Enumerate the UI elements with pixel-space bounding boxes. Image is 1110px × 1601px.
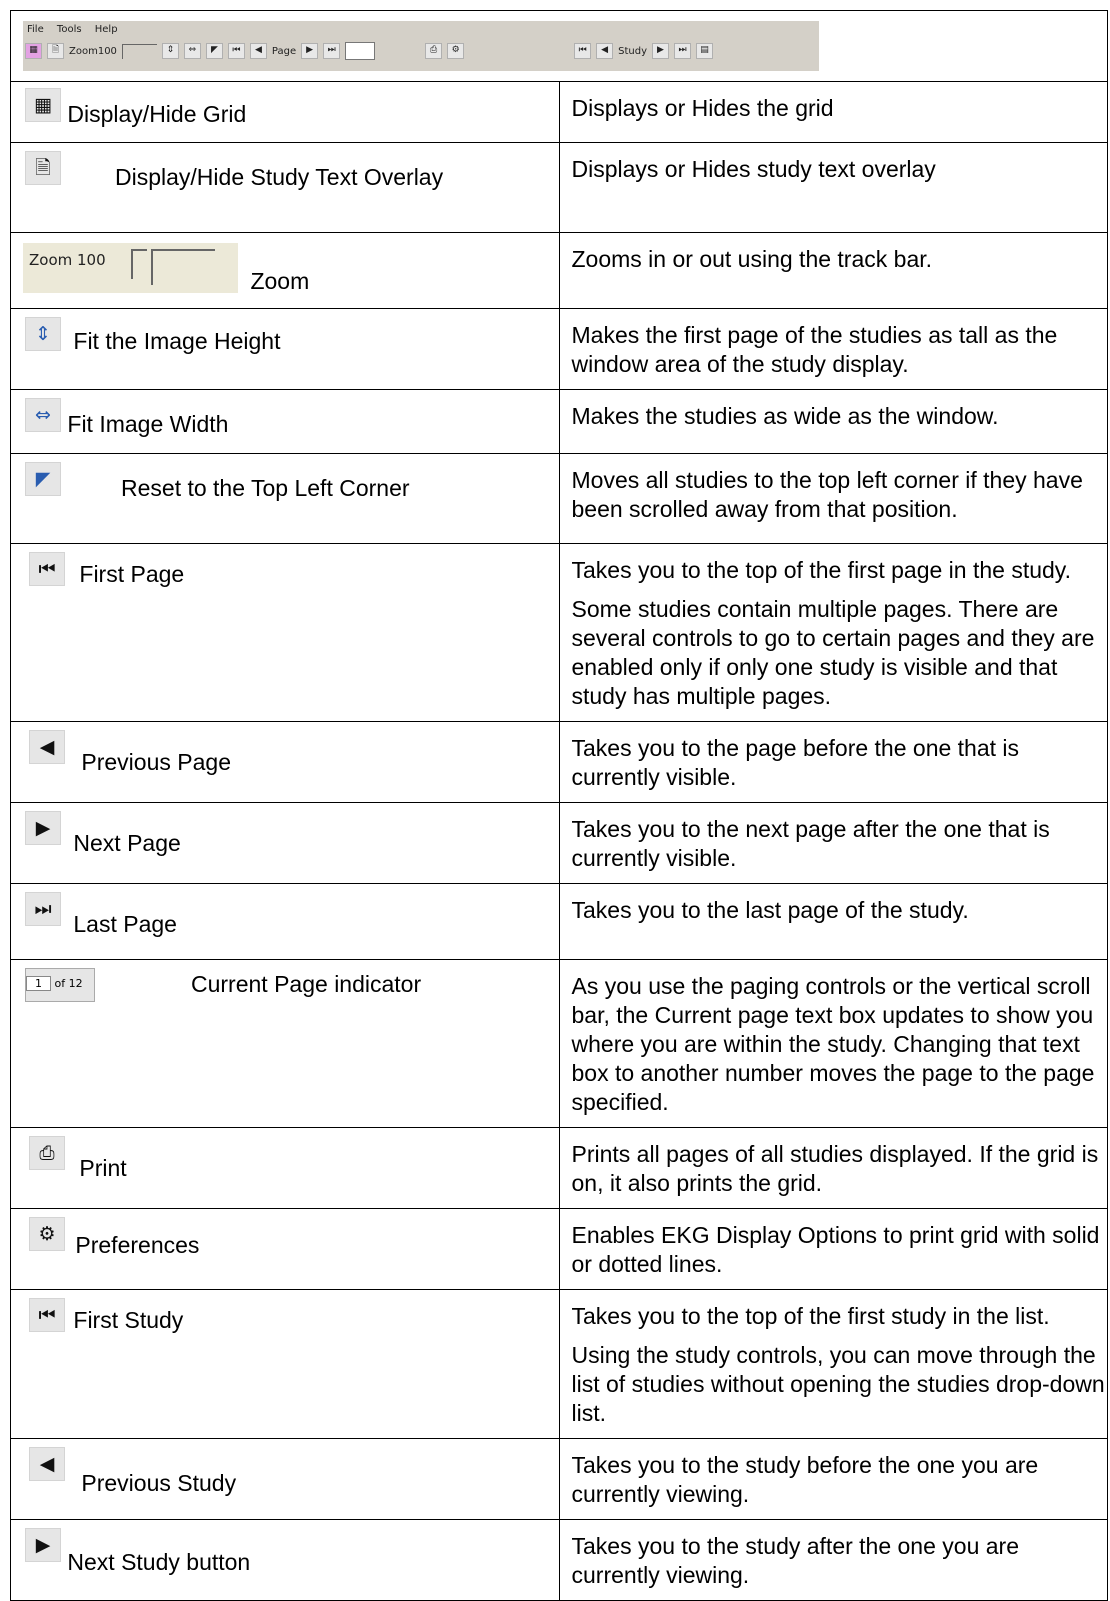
page-total: of 12 <box>54 977 83 990</box>
fit-width-icon[interactable]: ⇔ <box>183 43 201 59</box>
table-row: ⚙ Preferences Enables EKG Display Option… <box>10 1208 1108 1290</box>
row-label: Print <box>79 1155 127 1181</box>
row-label: Display/Hide Study Text Overlay <box>115 164 444 190</box>
row-label: Display/Hide Grid <box>67 101 247 127</box>
last-study-icon[interactable]: ⏭ <box>674 43 692 59</box>
previous-study-icon: ◀ <box>29 1447 65 1481</box>
row-description: Makes the studies as wide as the window. <box>571 403 999 429</box>
row-label: Next Page <box>73 830 181 856</box>
row-description: Some studies contain multiple pages. The… <box>571 596 1095 709</box>
row-label: Previous Page <box>81 749 231 775</box>
page-input[interactable] <box>345 42 376 60</box>
row-description: Displays or Hides the grid <box>571 95 834 121</box>
grid-icon[interactable]: ▦ <box>25 43 42 59</box>
toolbar-screenshot-row: File Tools Help ▦ 🗎 Zoom100 ⇕ ⇔ ◤ ⏮ ◀ Pa… <box>10 10 1108 82</box>
row-label: Fit the Image Height <box>73 328 281 354</box>
print-icon: ⎙ <box>29 1136 65 1170</box>
zoom-trackbar: Zoom 100 <box>23 243 238 293</box>
menu-help[interactable]: Help <box>95 24 118 35</box>
toolbar-screenshot: File Tools Help ▦ 🗎 Zoom100 ⇕ ⇔ ◤ ⏮ ◀ Pa… <box>23 21 819 71</box>
row-description: Makes the first page of the studies as t… <box>571 322 1058 377</box>
row-label: First Study <box>73 1307 184 1333</box>
reset-top-left-icon: ◤ <box>25 462 61 496</box>
row-description: Enables EKG Display Options to print gri… <box>571 1222 1100 1277</box>
page-indicator: 1 of 12 <box>25 968 95 1002</box>
grid-icon: ▦ <box>25 88 61 122</box>
page-current: 1 <box>26 976 51 991</box>
table-row: 🗎 Display/Hide Study Text Overlay Displa… <box>10 142 1108 233</box>
row-label: First Page <box>79 561 185 587</box>
zoom-trackbar[interactable] <box>121 43 157 59</box>
menu-tools[interactable]: Tools <box>57 24 82 35</box>
text-overlay-icon: 🗎 <box>25 151 61 185</box>
table-row: ⏮ First Page Takes you to the top of the… <box>10 543 1108 722</box>
table-row: ⎙ Print Prints all pages of all studies … <box>10 1127 1108 1209</box>
preferences-icon: ⚙ <box>29 1217 65 1251</box>
table-row: ◀ Previous Page Takes you to the page be… <box>10 721 1108 803</box>
table-row: ▶ Next Page Takes you to the next page a… <box>10 802 1108 884</box>
text-overlay-icon[interactable]: 🗎 <box>47 43 64 59</box>
row-label: Zoom <box>250 268 310 294</box>
last-page-icon: ⏭ <box>25 892 61 926</box>
next-page-icon[interactable]: ▶ <box>301 43 319 59</box>
preferences-icon[interactable]: ⚙ <box>447 43 465 59</box>
fit-height-icon: ⇕ <box>25 317 61 351</box>
first-page-icon: ⏮ <box>29 552 65 586</box>
row-label: Preferences <box>75 1232 200 1258</box>
row-description: As you use the paging controls or the ve… <box>571 973 1095 1115</box>
row-description: Zooms in or out using the track bar. <box>571 246 933 272</box>
row-label: Previous Study <box>81 1470 237 1496</box>
page-label: Page <box>271 45 297 57</box>
table-row: Zoom 100 Zoom Zooms in or out using the … <box>10 232 1108 309</box>
next-study-icon[interactable]: ▶ <box>652 43 670 59</box>
previous-page-icon[interactable]: ◀ <box>249 43 267 59</box>
previous-page-icon: ◀ <box>29 730 65 764</box>
first-study-icon[interactable]: ⏮ <box>574 43 592 59</box>
zoom-text: Zoom 100 <box>29 251 106 269</box>
fit-width-icon: ⇔ <box>25 398 61 432</box>
row-description: Takes you to the next page after the one… <box>571 816 1050 871</box>
table-row: ⏮ First Study Takes you to the top of th… <box>10 1289 1108 1439</box>
table-row: ▶ Next Study button Takes you to the stu… <box>10 1519 1108 1601</box>
last-page-icon[interactable]: ⏭ <box>323 43 341 59</box>
table-row: ⏭ Last Page Takes you to the last page o… <box>10 883 1108 960</box>
toolbar-reference-table: File Tools Help ▦ 🗎 Zoom100 ⇕ ⇔ ◤ ⏮ ◀ Pa… <box>10 10 1108 1601</box>
table-row: ⇕ Fit the Image Height Makes the first p… <box>10 308 1108 390</box>
row-description: Takes you to the page before the one tha… <box>571 735 1020 790</box>
menu-bar: File Tools Help <box>27 24 128 35</box>
table-row: 1 of 12 Current Page indicator As you us… <box>10 959 1108 1128</box>
row-description: Prints all pages of all studies displaye… <box>571 1141 1099 1196</box>
row-label: Reset to the Top Left Corner <box>121 475 410 501</box>
row-label: Last Page <box>73 911 177 937</box>
reset-top-left-icon[interactable]: ◤ <box>205 43 223 59</box>
row-description: Takes you to the study after the one you… <box>571 1533 1020 1588</box>
zoom-label: Zoom100 <box>69 45 117 57</box>
table-row: ▦ Display/Hide Grid Displays or Hides th… <box>10 81 1108 143</box>
fit-height-icon[interactable]: ⇕ <box>161 43 179 59</box>
row-description: Takes you to the last page of the study. <box>571 897 969 923</box>
table-row: ◤ Reset to the Top Left Corner Moves all… <box>10 453 1108 544</box>
toolbar-screenshot-cell: File Tools Help ▦ 🗎 Zoom100 ⇕ ⇔ ◤ ⏮ ◀ Pa… <box>10 10 1108 82</box>
row-description: Moves all studies to the top left corner… <box>571 467 1083 522</box>
next-study-icon: ▶ <box>25 1528 61 1562</box>
row-description: Takes you to the study before the one yo… <box>571 1452 1039 1507</box>
row-description: Using the study controls, you can move t… <box>571 1342 1105 1426</box>
row-description: Takes you to the top of the first study … <box>571 1303 1050 1329</box>
menu-file[interactable]: File <box>27 24 44 35</box>
first-study-icon: ⏮ <box>29 1298 65 1332</box>
previous-study-icon[interactable]: ◀ <box>596 43 614 59</box>
print-icon[interactable]: ⎙ <box>425 43 443 59</box>
row-label: Fit Image Width <box>67 411 229 437</box>
next-page-icon: ▶ <box>25 811 61 845</box>
table-row: ⇔ Fit Image Width Makes the studies as w… <box>10 389 1108 454</box>
row-description: Takes you to the top of the first page i… <box>571 557 1072 583</box>
toolbar-buttons: ▦ 🗎 Zoom100 ⇕ ⇔ ◤ ⏮ ◀ Page ▶ ⏭ ⎙ ⚙ ⏮ ◀ S… <box>25 42 714 60</box>
first-page-icon[interactable]: ⏮ <box>227 43 245 59</box>
table-row: ◀ Previous Study Takes you to the study … <box>10 1438 1108 1520</box>
study-list-icon[interactable]: ▤ <box>696 43 714 59</box>
row-label: Next Study button <box>67 1549 251 1575</box>
row-description: Displays or Hides study text overlay <box>571 156 936 182</box>
study-label: Study <box>618 45 648 57</box>
